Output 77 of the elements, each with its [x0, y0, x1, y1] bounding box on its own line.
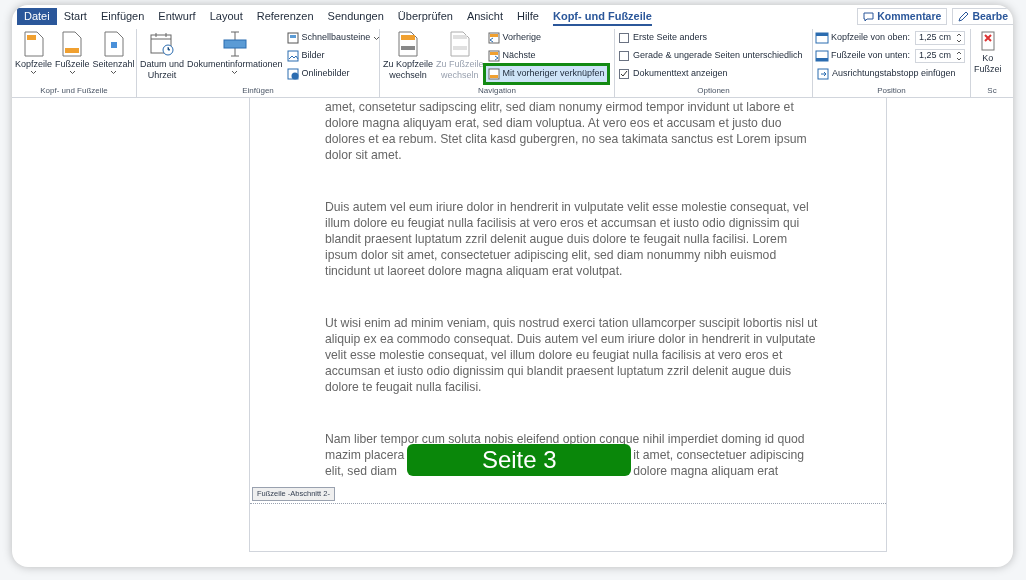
comment-icon	[863, 11, 875, 22]
tab-stop-icon	[817, 68, 829, 80]
footer-page-icon	[61, 31, 84, 57]
checkbox-label: Erste Seite anders	[633, 31, 708, 45]
ribbon-button[interactable]: Dokumentinformationen	[186, 29, 284, 75]
ribbon-tab[interactable]: Einfügen	[93, 8, 152, 25]
picture-icon	[286, 50, 299, 62]
spin-field[interactable]: 1,25 cm	[915, 31, 965, 45]
numbered-page-icon	[102, 31, 125, 57]
ribbon-button[interactable]: Fußzeile	[54, 29, 91, 75]
footer-page-icon	[448, 31, 471, 57]
online-picture-icon	[286, 68, 299, 80]
ribbon-button[interactable]: Seitenzahl	[91, 29, 136, 75]
field-block-icon	[220, 31, 249, 57]
ribbon-tab[interactable]: Entwurf	[151, 8, 203, 25]
checkbox[interactable]	[619, 33, 629, 43]
header-page-icon	[22, 31, 45, 57]
close-icon	[980, 31, 995, 51]
caret-icon	[68, 70, 76, 75]
ribbon-button[interactable]: Mit vorheriger verknüpfen	[485, 66, 607, 82]
ribbon-button[interactable]: Nächste	[485, 48, 607, 64]
ribbon-button[interactable]: Vorherige	[485, 30, 607, 46]
link-page-icon	[487, 68, 500, 80]
ribbon-tab[interactable]: Hilfe	[509, 8, 546, 25]
spin-field[interactable]: 1,25 cm	[915, 49, 965, 63]
paragraph: Duis autem vel eum iriure dolor in hendrerit in vulputate velit esse molestie consequat, vel illum dolore eu feugiat nulla facilisis at vero eros et accumsan et iusto odio dignissim qui blandit praesent luptatum zzril delenit augue duis dolore te feugait nulla facilisi. Lorem ipsum dolor sit amet, consectetuer adipiscing elit, sed diam nonummy nibh euismod tincidunt ut laoreet dolore magna aliquam erat volutpat.	[325, 199, 810, 279]
field-label: Fußzeile von unten:	[831, 49, 912, 63]
ribbon-button[interactable]: Datum und Uhrzeit	[139, 29, 186, 81]
group-label: Navigation	[477, 85, 517, 97]
field-label: Kopfzeile von oben:	[831, 31, 912, 45]
ribbon-button[interactable]: Schnellbausteine	[284, 30, 383, 46]
paragraph-fragment: mazim placera	[325, 447, 405, 463]
ribbon-tab[interactable]: Layout	[202, 8, 250, 25]
pencil-icon	[958, 11, 970, 22]
ribbon-tab[interactable]: Sendungen	[320, 8, 391, 25]
caret-icon	[30, 70, 37, 75]
header-position-icon	[815, 32, 829, 44]
page-label-badge: Seite 3	[407, 444, 632, 476]
header-page-icon	[397, 31, 419, 57]
ribbon-tab[interactable]: Start	[56, 8, 94, 25]
block-icon	[286, 32, 299, 44]
ribbon-button[interactable]: Ko Fußzei	[973, 29, 1003, 75]
group-label: Position	[876, 85, 907, 97]
ribbon-button[interactable]: Bilder	[284, 48, 383, 64]
checkbox[interactable]	[619, 51, 629, 61]
ribbon-tab[interactable]: Kopf- und Fußzeile	[546, 8, 659, 25]
caret-icon	[373, 35, 381, 41]
comments-button[interactable]: Kommentare	[857, 8, 948, 25]
ribbon-tab[interactable]: Überprüfen	[390, 8, 460, 25]
group-label: Sc	[986, 85, 998, 97]
caret-icon	[231, 70, 239, 75]
previous-section-icon	[487, 32, 500, 44]
group-label: Kopf- und Fußzeile	[39, 85, 109, 97]
edit-button[interactable]: Bearbe	[952, 8, 1013, 25]
spinner-arrows-icon	[956, 51, 962, 61]
checkbox-label: Gerade & ungerade Seiten unterschiedlich	[633, 49, 803, 63]
footer-position-icon	[815, 50, 829, 62]
ribbon-button[interactable]: Onlinebilder	[284, 66, 383, 82]
calendar-clock-icon	[149, 31, 175, 57]
paragraph-fragment: dolore magna aliquam erat	[633, 463, 780, 479]
ribbon-button[interactable]: Kopfzeile	[14, 29, 54, 75]
ribbon-tab[interactable]: Ansicht	[459, 8, 510, 25]
group-label: Optionen	[696, 85, 731, 97]
next-section-icon	[487, 50, 500, 62]
paragraph: amet, consetetur sadipscing elitr, sed diam nonumy eirmod tempor invidunt ut labore et dolore magna aliquyam erat, sed diam voluptua. At vero eos et accusam et justo duo dolores et ea rebum. Stet clita kasd gubergren, no sea takimata sanctus est Lorem ipsum dolor sit amet.	[325, 99, 808, 163]
ribbon-tab[interactable]: Datei	[17, 8, 57, 25]
group-label: Einfügen	[241, 85, 275, 97]
paragraph-fragment: elit, sed diam	[325, 463, 398, 479]
checkbox[interactable]	[619, 69, 629, 79]
ribbon-button[interactable]: Zu Kopfzeile wechseln	[382, 29, 435, 81]
checkbox-label: Dokumenttext anzeigen	[633, 67, 728, 81]
paragraph: Ut wisi enim ad minim veniam, quis nostrud exerci tation ullamcorper suscipit lobortis nisl ut aliquip ex ea commodo consequat. Duis autem vel eum iriure dolor in hendrerit in vulputate velit esse molestie consequat, vel illum dolore eu feugiat nulla facilisis at vero eros et accumsan et iusto odio dignissim qui blandit praesent luptatum zzril delenit augue duis dolore te feugait nulla facilisi.	[325, 315, 819, 395]
paragraph-fragment: it amet, consectetuer adipiscing	[633, 447, 804, 463]
ribbon-tab[interactable]: Referenzen	[249, 8, 321, 25]
spinner-arrows-icon	[956, 33, 962, 43]
ribbon-button[interactable]: Ausrichtungstabstopp einfügen	[815, 66, 965, 82]
caret-icon	[110, 70, 118, 75]
